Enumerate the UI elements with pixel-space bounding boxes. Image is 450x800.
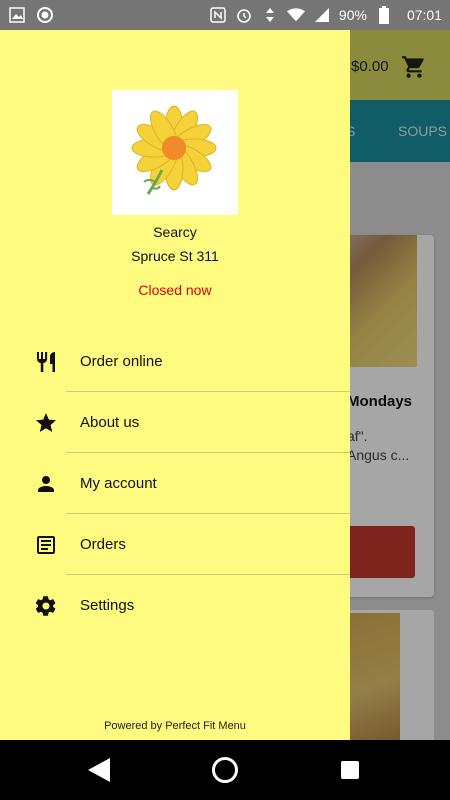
restaurant-logo: [112, 90, 238, 215]
circle-icon: [36, 6, 54, 24]
powered-by[interactable]: Powered by Perfect Fit Menu: [0, 720, 350, 732]
menu-label: Order online: [80, 353, 163, 370]
store-name: Searcy: [153, 224, 197, 240]
alarm-icon: [235, 6, 253, 24]
home-icon[interactable]: [212, 757, 238, 783]
nfc-icon: [209, 6, 227, 24]
menu-label: Orders: [80, 536, 126, 553]
menu-item-orders[interactable]: Orders: [0, 514, 350, 575]
recents-icon[interactable]: [341, 761, 359, 779]
navigation-drawer: Searcy Spruce St 311 Closed now Order on…: [0, 30, 350, 740]
system-nav-bar: [0, 740, 450, 800]
status-bar: 90% 07:01: [0, 0, 450, 30]
signal-icon: [313, 6, 331, 24]
wifi-icon: [286, 6, 305, 24]
star-icon: [34, 411, 58, 435]
utensils-icon: [34, 350, 58, 374]
store-address: Spruce St 311: [131, 248, 219, 264]
menu-label: About us: [80, 414, 140, 431]
clock: 07:01: [406, 7, 442, 23]
menu-item-about-us[interactable]: About us: [0, 392, 350, 453]
menu-item-order-online[interactable]: Order online: [0, 331, 350, 392]
menu-label: My account: [80, 475, 157, 492]
person-icon: [34, 472, 58, 496]
menu-item-my-account[interactable]: My account: [0, 453, 350, 514]
menu-label: Settings: [80, 597, 135, 614]
store-status: Closed now: [138, 282, 212, 298]
receipt-icon: [34, 533, 58, 557]
menu-item-settings[interactable]: Settings: [0, 575, 350, 636]
battery-icon: [375, 6, 393, 24]
back-icon[interactable]: [88, 758, 110, 787]
battery-percent: 90%: [338, 7, 367, 23]
drawer-menu: Order online About us My account Orders: [0, 331, 350, 636]
gear-icon: [34, 594, 58, 618]
image-icon: [8, 6, 26, 24]
data-arrows-icon: [261, 6, 279, 24]
